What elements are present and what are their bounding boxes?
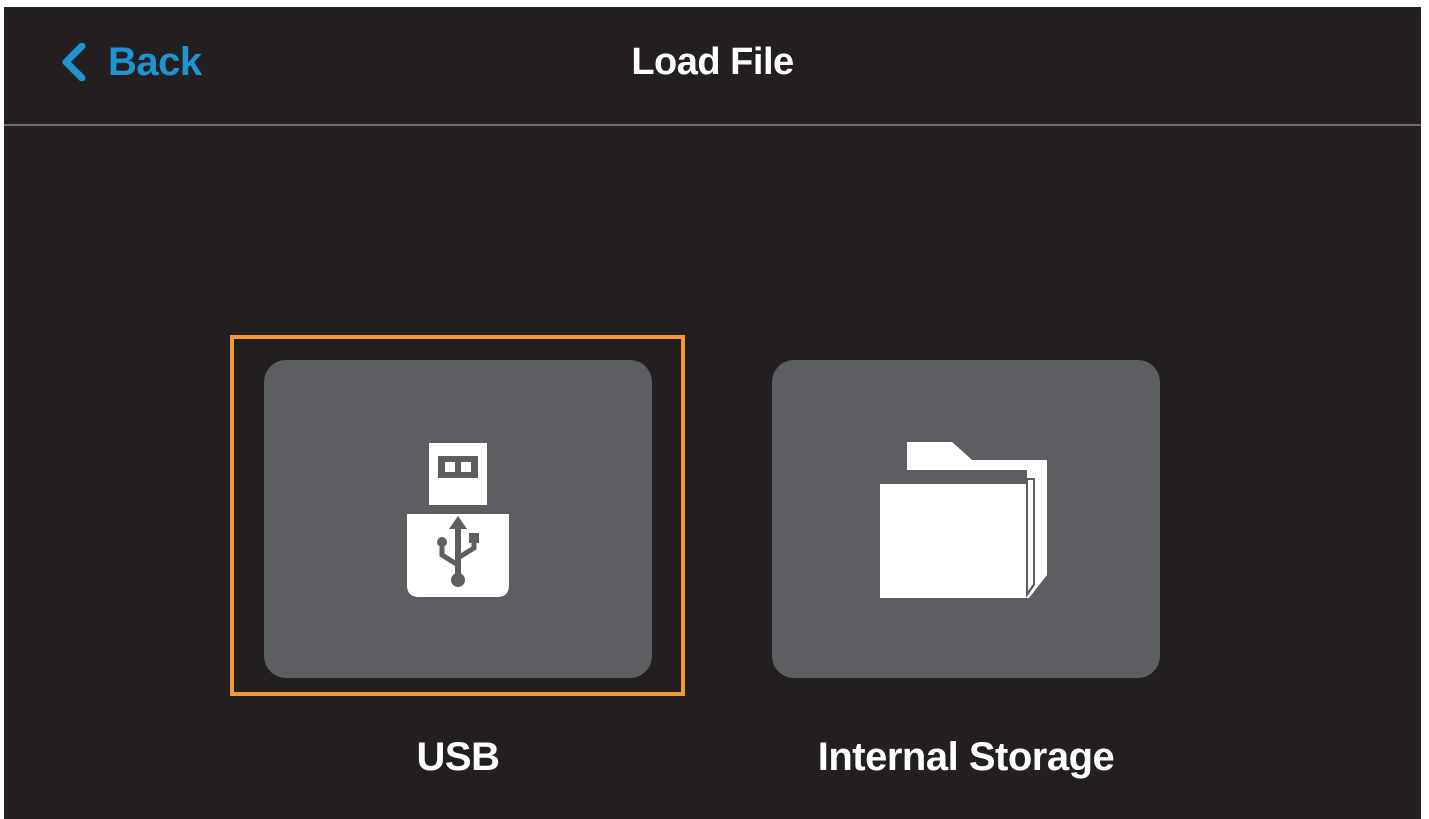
header-bar: Back Load File — [4, 7, 1421, 125]
usb-button[interactable] — [264, 360, 652, 678]
load-file-screen: Back Load File USB Internal Storage — [4, 7, 1421, 819]
page-title: Load File — [631, 41, 794, 83]
usb-drive-icon — [407, 443, 509, 597]
usb-label: USB — [416, 735, 500, 779]
folder-icon — [880, 442, 1047, 598]
header-divider — [4, 124, 1421, 126]
internal-storage-button[interactable] — [772, 360, 1160, 678]
internal-storage-label: Internal Storage — [817, 735, 1115, 779]
